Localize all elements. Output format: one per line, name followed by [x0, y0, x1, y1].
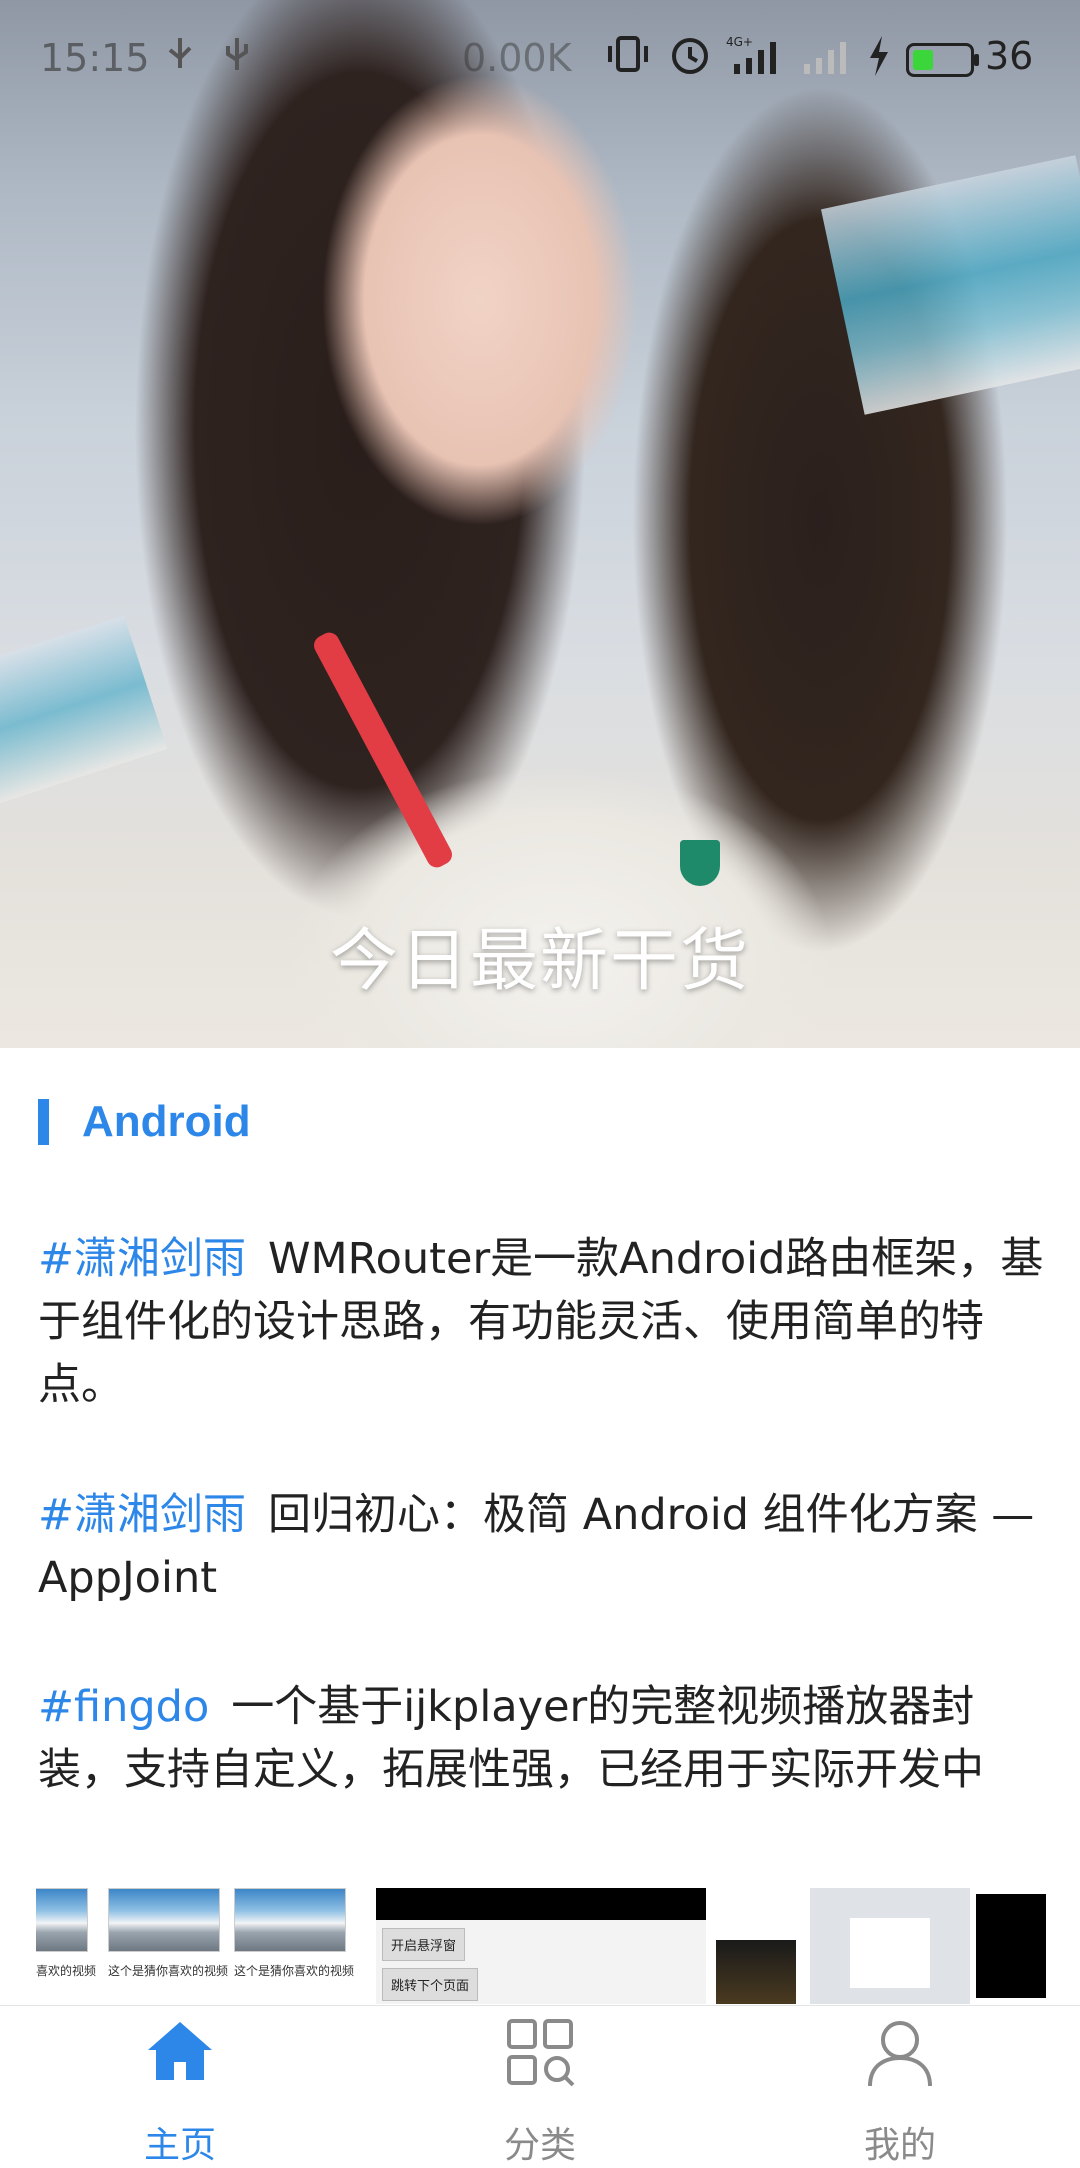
- section-accent-bar: [38, 1099, 49, 1145]
- thumbnail-button: 开启悬浮窗: [382, 1928, 466, 1961]
- thumbnail-button: 跳转下个页面: [382, 1968, 479, 2001]
- nav-label-category: 分类: [503, 2125, 576, 2166]
- home-icon: [148, 2022, 212, 2080]
- battery-icon: [906, 43, 979, 77]
- svg-text:4G+: 4G+: [726, 35, 753, 49]
- category-icon: [507, 2019, 575, 2087]
- vibrate-icon: [608, 36, 648, 72]
- status-bar: 15:15 0.00K 4G+ 36: [0, 0, 1080, 112]
- thumbnail-mountain: 这个是猜你喜欢的视频: [36, 1888, 96, 2004]
- article-item[interactable]: #fingdo 一个基于ijkplayer的完整视频播放器封装，支持自定义，拓展性…: [38, 1676, 1048, 1802]
- nav-item-profile[interactable]: 我的: [800, 2006, 1000, 2166]
- signal-4g-icon: 4G+: [726, 35, 776, 74]
- thumbnail-app-screen: 开启悬浮窗 跳转下个页面: [376, 1888, 706, 2004]
- nav-label-home: 主页: [143, 2125, 216, 2166]
- hero-pendant: [680, 840, 720, 886]
- thumbnail-video-screen: [716, 1888, 806, 2004]
- charging-icon: [870, 36, 888, 76]
- usb-icon: [168, 38, 192, 68]
- bottom-navigation: 主页 分类 我的: [0, 2005, 1080, 2166]
- debug-icon: [226, 38, 248, 70]
- thumbnail-black-screen: [976, 1894, 1046, 1998]
- article-author: #潇湘剑雨: [38, 1490, 247, 1540]
- network-speed: 0.00K: [462, 36, 572, 80]
- section-header: Android: [38, 1097, 251, 1146]
- article-author: #潇湘剑雨: [38, 1234, 247, 1284]
- signal-icon: [804, 42, 846, 74]
- profile-icon: [868, 2021, 932, 2087]
- hero-sea-background: [821, 155, 1080, 415]
- status-time: 15:15: [40, 36, 150, 80]
- hero-banner[interactable]: 今日最新干货: [0, 0, 1080, 1048]
- thumbnail-mountain: 这个是猜你喜欢的视频: [234, 1888, 354, 2004]
- thumbnail-mountain: 这个是猜你喜欢的视频: [108, 1888, 228, 2004]
- hero-title: 今日最新干货: [329, 922, 750, 1001]
- nav-item-category[interactable]: 分类: [440, 2006, 640, 2166]
- nav-label-profile: 我的: [863, 2125, 936, 2166]
- nav-item-home[interactable]: 主页: [80, 2006, 280, 2166]
- thumbnail-player-screen: [810, 1888, 970, 2004]
- article-author: #fingdo: [38, 1682, 210, 1732]
- article-thumbnail-strip[interactable]: 这个是猜你喜欢的视频 这个是猜你喜欢的视频 这个是猜你喜欢的视频 开启悬浮窗 跳…: [36, 1888, 1046, 2004]
- section-title: Android: [82, 1097, 251, 1146]
- article-item[interactable]: #潇湘剑雨 回归初心：极简 Android 组件化方案 — AppJoint: [38, 1484, 1048, 1610]
- article-item[interactable]: #潇湘剑雨 WMRouter是一款Android路由框架，基于组件化的设计思路，有…: [38, 1228, 1048, 1417]
- hero-strap: [310, 629, 456, 871]
- hero-sea-background-left: [0, 615, 168, 805]
- battery-percent: 36: [985, 34, 1034, 78]
- alarm-icon: [672, 38, 708, 74]
